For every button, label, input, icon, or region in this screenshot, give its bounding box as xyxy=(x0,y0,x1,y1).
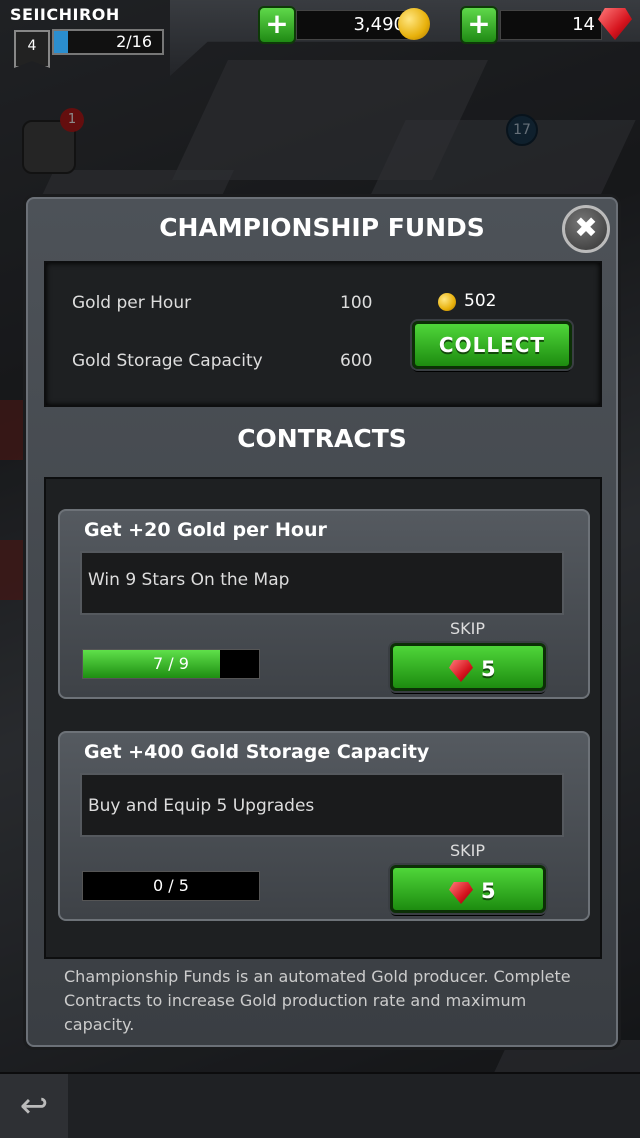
contract-description: Buy and Equip 5 Upgrades xyxy=(80,773,564,837)
player-name: SEIICHIROH xyxy=(10,5,120,24)
contract-description: Win 9 Stars On the Map xyxy=(80,551,564,615)
gold-per-hour-value: 100 xyxy=(340,293,373,313)
contract-card: Get +400 Gold Storage Capacity Buy and E… xyxy=(58,731,590,921)
contracts-panel: Get +20 Gold per Hour Win 9 Stars On the… xyxy=(44,477,602,959)
gold-per-hour-label: Gold per Hour xyxy=(72,293,192,313)
contract-description-text: Win 9 Stars On the Map xyxy=(88,570,290,590)
gem-icon xyxy=(449,660,473,682)
close-button[interactable]: ✖ xyxy=(562,205,610,253)
stored-gold-amount: 502 xyxy=(464,291,497,311)
dialog-footer-text: Championship Funds is an automated Gold … xyxy=(64,967,571,1034)
contracts-title: CONTRACTS xyxy=(237,424,407,453)
stored-gold: 502 xyxy=(438,291,497,311)
storage-capacity-label: Gold Storage Capacity xyxy=(72,351,263,371)
dialog-title: CHAMPIONSHIP FUNDS xyxy=(159,213,485,242)
storage-capacity-value: 600 xyxy=(340,351,373,371)
contract-description-text: Buy and Equip 5 Upgrades xyxy=(88,796,315,816)
gold-coin-icon xyxy=(398,8,430,40)
collect-button[interactable]: COLLECT xyxy=(412,321,572,369)
skip-label: SKIP xyxy=(450,619,486,638)
funds-panel: Gold per Hour 100 Gold Storage Capacity … xyxy=(44,261,602,407)
gem-icon xyxy=(449,882,473,904)
skip-label: SKIP xyxy=(450,841,486,860)
skip-cost: 5 xyxy=(481,879,496,903)
gold-counter: 3,490 xyxy=(296,10,412,40)
xp-text: 2/16 xyxy=(116,32,152,51)
bottom-bar: ↩ xyxy=(0,1072,640,1138)
skip-button[interactable]: 5 xyxy=(390,643,546,691)
contract-title: Get +400 Gold Storage Capacity xyxy=(84,741,430,763)
championship-funds-dialog: CHAMPIONSHIP FUNDS ✖ Gold per Hour 100 G… xyxy=(26,197,618,1047)
progress-text: 7 / 9 xyxy=(153,654,189,673)
gold-coin-icon xyxy=(438,293,456,311)
progress-text: 0 / 5 xyxy=(153,876,189,895)
back-button[interactable]: ↩ xyxy=(0,1074,68,1138)
contract-progress-bar: 7 / 9 xyxy=(82,649,260,679)
contract-progress-bar: 0 / 5 xyxy=(82,871,260,901)
add-gold-button[interactable]: + xyxy=(258,6,296,44)
contract-card: Get +20 Gold per Hour Win 9 Stars On the… xyxy=(58,509,590,699)
xp-bar: 2/16 xyxy=(52,29,164,55)
skip-cost: 5 xyxy=(481,657,496,681)
gem-counter: 14 xyxy=(500,10,602,40)
skip-button[interactable]: 5 xyxy=(390,865,546,913)
contract-title: Get +20 Gold per Hour xyxy=(84,519,327,541)
gems-amount: 14 xyxy=(572,14,595,35)
add-gems-button[interactable]: + xyxy=(460,6,498,44)
